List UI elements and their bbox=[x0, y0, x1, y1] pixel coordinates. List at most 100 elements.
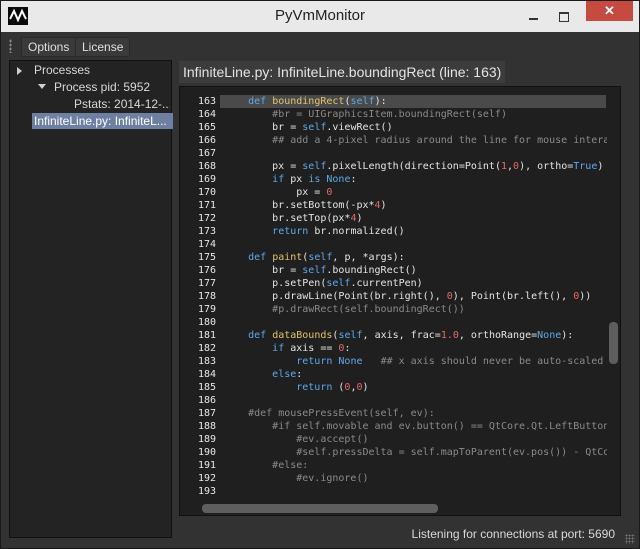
code-line[interactable]: 169 if px is None: bbox=[198, 173, 606, 186]
code-editor[interactable]: 163 def boundingRect(self): 164 #br = UIG… bbox=[179, 86, 621, 516]
code-content[interactable]: 163 def boundingRect(self): 164 #br = UIG… bbox=[198, 95, 615, 498]
code-line[interactable]: 179 #p.drawRect(self.boundingRect()) bbox=[198, 303, 606, 316]
code-line[interactable]: 167 bbox=[198, 147, 606, 160]
code-line[interactable]: 189 #ev.accept() bbox=[198, 433, 606, 446]
close-button[interactable]: ✕ bbox=[586, 1, 633, 21]
line-number: 169 bbox=[197, 174, 216, 185]
line-text: br.setTop(px*4) bbox=[224, 213, 363, 224]
line-number: 164 bbox=[197, 109, 216, 120]
line-text: br = self.viewRect() bbox=[224, 122, 393, 133]
line-number: 165 bbox=[197, 122, 216, 133]
line-text: #br = UIGraphicsItem.boundingRect(self) bbox=[272, 109, 507, 120]
expand-arrow-icon[interactable] bbox=[38, 84, 46, 89]
collapse-arrow-icon[interactable] bbox=[17, 67, 22, 75]
code-line[interactable]: 177 p.setPen(self.currentPen) bbox=[198, 277, 606, 290]
line-text: #else: bbox=[272, 460, 309, 471]
code-line[interactable]: 171 br.setBottom(-px*4) bbox=[198, 199, 606, 212]
code-line[interactable]: 178 p.drawLine(Point(br.right(), 0), Poi… bbox=[198, 290, 606, 303]
line-number: 172 bbox=[197, 213, 216, 224]
code-line[interactable]: 185 return (0,0) bbox=[198, 381, 606, 394]
line-text: p.drawLine(Point(br.right(), 0), Point(b… bbox=[224, 291, 592, 302]
line-number: 181 bbox=[197, 330, 216, 341]
minimize-button[interactable] bbox=[520, 9, 548, 25]
code-line[interactable]: 193 bbox=[198, 485, 606, 498]
line-number: 185 bbox=[197, 382, 216, 393]
code-line[interactable]: 182 if axis == 0: bbox=[198, 342, 606, 355]
line-text: br = self.boundingRect() bbox=[224, 265, 417, 276]
code-line[interactable]: 172 br.setTop(px*4) bbox=[198, 212, 606, 225]
code-line[interactable]: 176 br = self.boundingRect() bbox=[198, 264, 606, 277]
vertical-scrollbar[interactable] bbox=[607, 87, 620, 499]
tree-item-process[interactable]: Process pid: 5952 bbox=[54, 80, 150, 94]
options-menu-button[interactable]: Options bbox=[21, 37, 77, 57]
status-text: Listening for connections at port: 5690 bbox=[411, 527, 615, 541]
line-number: 163 bbox=[197, 96, 216, 107]
menu-bar: Options License bbox=[1, 34, 639, 58]
line-text: px = self.pixelLength(direction=Point(1,… bbox=[224, 161, 604, 172]
line-text: br.setBottom(-px*4) bbox=[224, 200, 387, 211]
line-text: #ev.ignore() bbox=[296, 473, 369, 484]
line-number: 173 bbox=[197, 226, 216, 237]
code-line[interactable]: 166 ## add a 4-pixel radius around the l… bbox=[198, 134, 615, 147]
line-text: #ev.accept() bbox=[296, 434, 369, 445]
line-number: 189 bbox=[197, 434, 216, 445]
process-tree: Processes Process pid: 5952 Pstats: 2014… bbox=[9, 60, 173, 538]
code-line[interactable]: 170 px = 0 bbox=[198, 186, 606, 199]
code-line[interactable]: 173 return br.normalized() bbox=[198, 225, 606, 238]
license-menu-button[interactable]: License bbox=[75, 37, 131, 57]
line-number: 171 bbox=[197, 200, 216, 211]
line-number: 177 bbox=[197, 278, 216, 289]
line-text: #self.pressDelta = self.mapToParent(ev.p… bbox=[296, 447, 616, 458]
line-number: 168 bbox=[197, 161, 216, 172]
code-line[interactable]: 164 #br = UIGraphicsItem.boundingRect(se… bbox=[198, 108, 606, 121]
code-line[interactable]: 181 def dataBounds(self, axis, frac=1.0,… bbox=[198, 329, 606, 342]
line-number: 170 bbox=[197, 187, 216, 198]
code-line[interactable]: 174 bbox=[198, 238, 606, 251]
horizontal-scrollbar[interactable] bbox=[180, 501, 608, 515]
line-number: 188 bbox=[197, 421, 216, 432]
maximize-button[interactable] bbox=[550, 9, 578, 25]
code-line[interactable]: 191 #else: bbox=[198, 459, 606, 472]
current-code-line[interactable]: 163 def boundingRect(self): bbox=[198, 95, 606, 108]
line-text: px = 0 bbox=[224, 187, 333, 198]
code-line[interactable]: 168 px = self.pixelLength(direction=Poin… bbox=[198, 160, 606, 173]
line-number: 191 bbox=[197, 460, 216, 471]
line-text: return None ## x axis should never be au… bbox=[296, 356, 604, 367]
line-number: 190 bbox=[197, 447, 216, 458]
code-line[interactable]: 192 #ev.ignore() bbox=[198, 472, 606, 485]
horizontal-scroll-thumb[interactable] bbox=[202, 504, 438, 513]
line-text: if px is None: bbox=[272, 174, 357, 185]
tree-item-selected-file[interactable]: InfiniteLine.py: InfiniteL... bbox=[32, 113, 173, 129]
line-text: def paint(self, p, *args): bbox=[248, 252, 405, 263]
toolbar-grip-icon[interactable] bbox=[9, 39, 12, 53]
code-line[interactable]: 190 #self.pressDelta = self.mapToParent(… bbox=[198, 446, 615, 459]
line-number: 186 bbox=[197, 395, 216, 406]
code-line[interactable]: 180 bbox=[198, 316, 606, 329]
resize-grip-icon[interactable] bbox=[625, 534, 635, 544]
line-number: 167 bbox=[197, 148, 216, 159]
line-number: 179 bbox=[197, 304, 216, 315]
line-text: #def mousePressEvent(self, ev): bbox=[248, 408, 435, 419]
line-text: return br.normalized() bbox=[272, 226, 405, 237]
code-line[interactable]: 187 #def mousePressEvent(self, ev): bbox=[198, 407, 606, 420]
line-text: #p.drawRect(self.boundingRect()) bbox=[272, 304, 465, 315]
line-text: #if self.movable and ev.button() == QtCo… bbox=[272, 421, 616, 432]
line-number: 175 bbox=[197, 252, 216, 263]
line-text: def dataBounds(self, axis, frac=1.0, ort… bbox=[248, 330, 574, 341]
code-line[interactable]: 183 return None ## x axis should never b… bbox=[198, 355, 606, 368]
line-text: p.setPen(self.currentPen) bbox=[224, 278, 423, 289]
tree-item-processes[interactable]: Processes bbox=[34, 63, 90, 77]
code-line[interactable]: 175 def paint(self, p, *args): bbox=[198, 251, 606, 264]
line-text: return (0,0) bbox=[296, 382, 369, 393]
line-text: def boundingRect(self): bbox=[248, 96, 387, 107]
line-number: 180 bbox=[197, 317, 216, 328]
line-number: 178 bbox=[197, 291, 216, 302]
tree-item-pstats[interactable]: Pstats: 2014-12-... bbox=[74, 97, 170, 111]
line-number: 192 bbox=[197, 473, 216, 484]
code-line[interactable]: 184 else: bbox=[198, 368, 606, 381]
code-line[interactable]: 188 #if self.movable and ev.button() == … bbox=[198, 420, 615, 433]
code-line[interactable]: 186 bbox=[198, 394, 606, 407]
code-line[interactable]: 165 br = self.viewRect() bbox=[198, 121, 606, 134]
line-number: 184 bbox=[197, 369, 216, 380]
vertical-scroll-thumb[interactable] bbox=[609, 322, 618, 364]
